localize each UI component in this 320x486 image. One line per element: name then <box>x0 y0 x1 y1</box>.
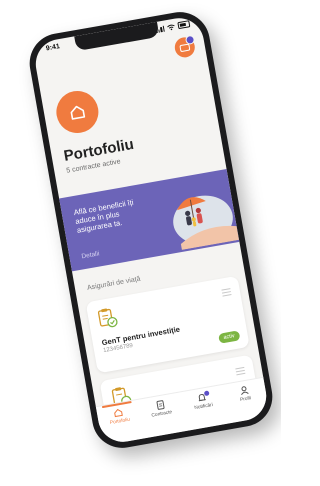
policy-menu-icon[interactable] <box>235 366 246 376</box>
tab-label: Notificări <box>194 402 214 412</box>
notification-dot <box>184 34 196 46</box>
home-icon <box>114 408 124 418</box>
tab-label: Profil <box>239 396 252 404</box>
battery-icon <box>177 20 191 30</box>
user-icon <box>240 386 249 396</box>
clipboard-check-icon <box>97 308 118 328</box>
banner-details-link[interactable]: Detalii <box>81 250 100 260</box>
tab-label: Portofoliu <box>109 417 131 427</box>
tab-label: Contracte <box>151 410 173 419</box>
tab-portofoliu[interactable]: Portofoliu <box>99 404 139 427</box>
status-icons <box>155 20 191 33</box>
portfolio-avatar <box>53 87 102 137</box>
notification-dot <box>204 390 210 397</box>
tab-notificari[interactable]: Notificări <box>183 389 223 412</box>
promo-banner[interactable]: Află ce beneficii îți aduce în plus asig… <box>59 168 240 272</box>
home-icon <box>70 105 86 120</box>
page-title: Portofoliu <box>62 135 136 165</box>
wallet-button[interactable] <box>173 34 197 59</box>
document-icon <box>156 400 165 410</box>
status-time: 9:41 <box>45 43 61 53</box>
tab-profil[interactable]: Profil <box>224 382 264 405</box>
umbrella-family-illustration <box>173 195 240 250</box>
app-screen: 9:41 Portofoliu 5 contracte active Află … <box>31 14 271 446</box>
phone-mockup: 9:41 Portofoliu 5 contracte active Află … <box>24 7 278 453</box>
status-badge: activ <box>217 330 241 344</box>
wifi-icon <box>167 24 175 30</box>
stage: 9:41 Portofoliu 5 contracte active Află … <box>0 0 281 486</box>
tab-contracte[interactable]: Contracte <box>141 397 181 420</box>
banner-text: Află ce beneficii îți aduce în plus asig… <box>73 197 135 235</box>
section-label-life-insurance: Asigurări de viață <box>86 275 142 292</box>
policy-menu-icon[interactable] <box>221 288 232 297</box>
